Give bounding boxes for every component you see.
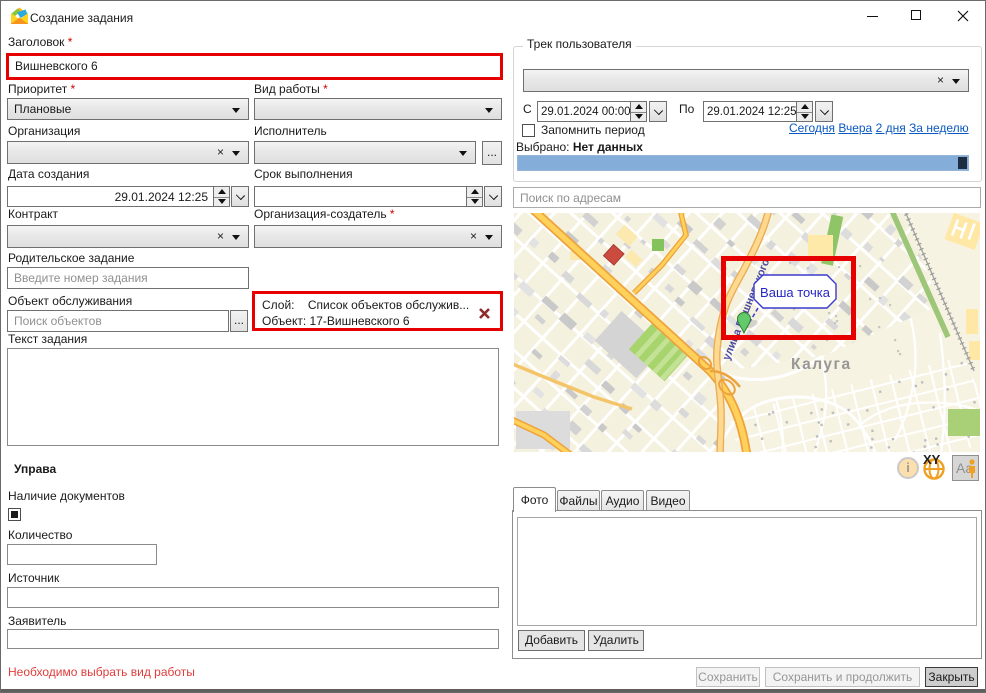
svg-text:Ваша точка: Ваша точка bbox=[760, 285, 831, 300]
svg-text:XY: XY bbox=[923, 453, 941, 467]
svg-text:Калуга: Калуга bbox=[791, 356, 852, 373]
